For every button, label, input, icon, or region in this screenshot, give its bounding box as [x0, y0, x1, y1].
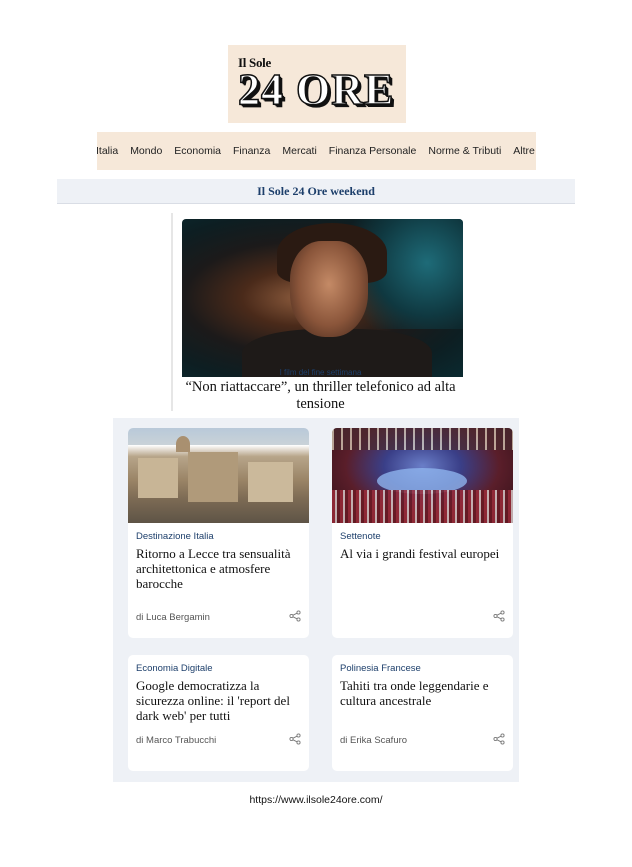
nav-item-finanza-personale[interactable]: Finanza Personale	[329, 145, 417, 157]
weekend-section-header[interactable]: Il Sole 24 Ore weekend	[57, 179, 575, 204]
share-icon[interactable]	[289, 610, 301, 622]
article-grid: Destinazione Italia Ritorno a Lecce tra …	[113, 418, 519, 782]
nav-item-italia[interactable]: Italia	[97, 145, 118, 157]
card-author[interactable]: di Marco Trabucchi	[136, 735, 216, 746]
nav-item-mondo[interactable]: Mondo	[130, 145, 162, 157]
card-image-concert[interactable]	[332, 428, 513, 523]
share-icon[interactable]	[289, 733, 301, 745]
hero-image[interactable]	[182, 219, 463, 377]
card-title[interactable]: Google democratizza la sicurezza online:…	[136, 678, 301, 723]
nav-item-economia[interactable]: Economia	[174, 145, 221, 157]
logo-line-2: 24 ORE	[237, 65, 395, 114]
card-image-lecce[interactable]	[128, 428, 309, 523]
site-logo[interactable]: Il Sole 24 ORE	[228, 45, 406, 123]
card-kicker[interactable]: Polinesia Francese	[340, 663, 505, 675]
card-kicker[interactable]: Settenote	[340, 531, 505, 543]
nav-item-finanza[interactable]: Finanza	[233, 145, 270, 157]
nav-item-norme-tributi[interactable]: Norme & Tributi	[428, 145, 501, 157]
hero-kicker[interactable]: I film del fine settimana	[180, 368, 461, 377]
main-nav: Italia Mondo Economia Finanza Mercati Fi…	[97, 132, 536, 170]
share-icon[interactable]	[493, 610, 505, 622]
card-kicker[interactable]: Economia Digitale	[136, 663, 301, 675]
article-card[interactable]: Polinesia Francese Tahiti tra onde legge…	[332, 655, 513, 771]
card-author[interactable]: di Luca Bergamin	[136, 612, 210, 623]
weekend-title: Il Sole 24 Ore weekend	[257, 183, 375, 198]
card-title[interactable]: Ritorno a Lecce tra sensualità architett…	[136, 546, 301, 591]
article-card[interactable]: Economia Digitale Google democratizza la…	[128, 655, 309, 771]
card-kicker[interactable]: Destinazione Italia	[136, 531, 301, 543]
card-title[interactable]: Al via i grandi festival europei	[340, 546, 505, 561]
hero-title[interactable]: “Non riattaccare”, un thriller telefonic…	[180, 379, 461, 413]
card-title[interactable]: Tahiti tra onde leggendarie e cultura an…	[340, 678, 505, 708]
nav-item-altre[interactable]: Altre	[513, 145, 535, 157]
article-card[interactable]: Destinazione Italia Ritorno a Lecce tra …	[128, 428, 309, 638]
page-url: https://www.ilsole24ore.com/	[249, 794, 383, 806]
nav-item-mercati[interactable]: Mercati	[282, 145, 316, 157]
share-icon[interactable]	[493, 733, 505, 745]
card-author[interactable]: di Erika Scafuro	[340, 735, 407, 746]
article-card[interactable]: Settenote Al via i grandi festival europ…	[332, 428, 513, 638]
